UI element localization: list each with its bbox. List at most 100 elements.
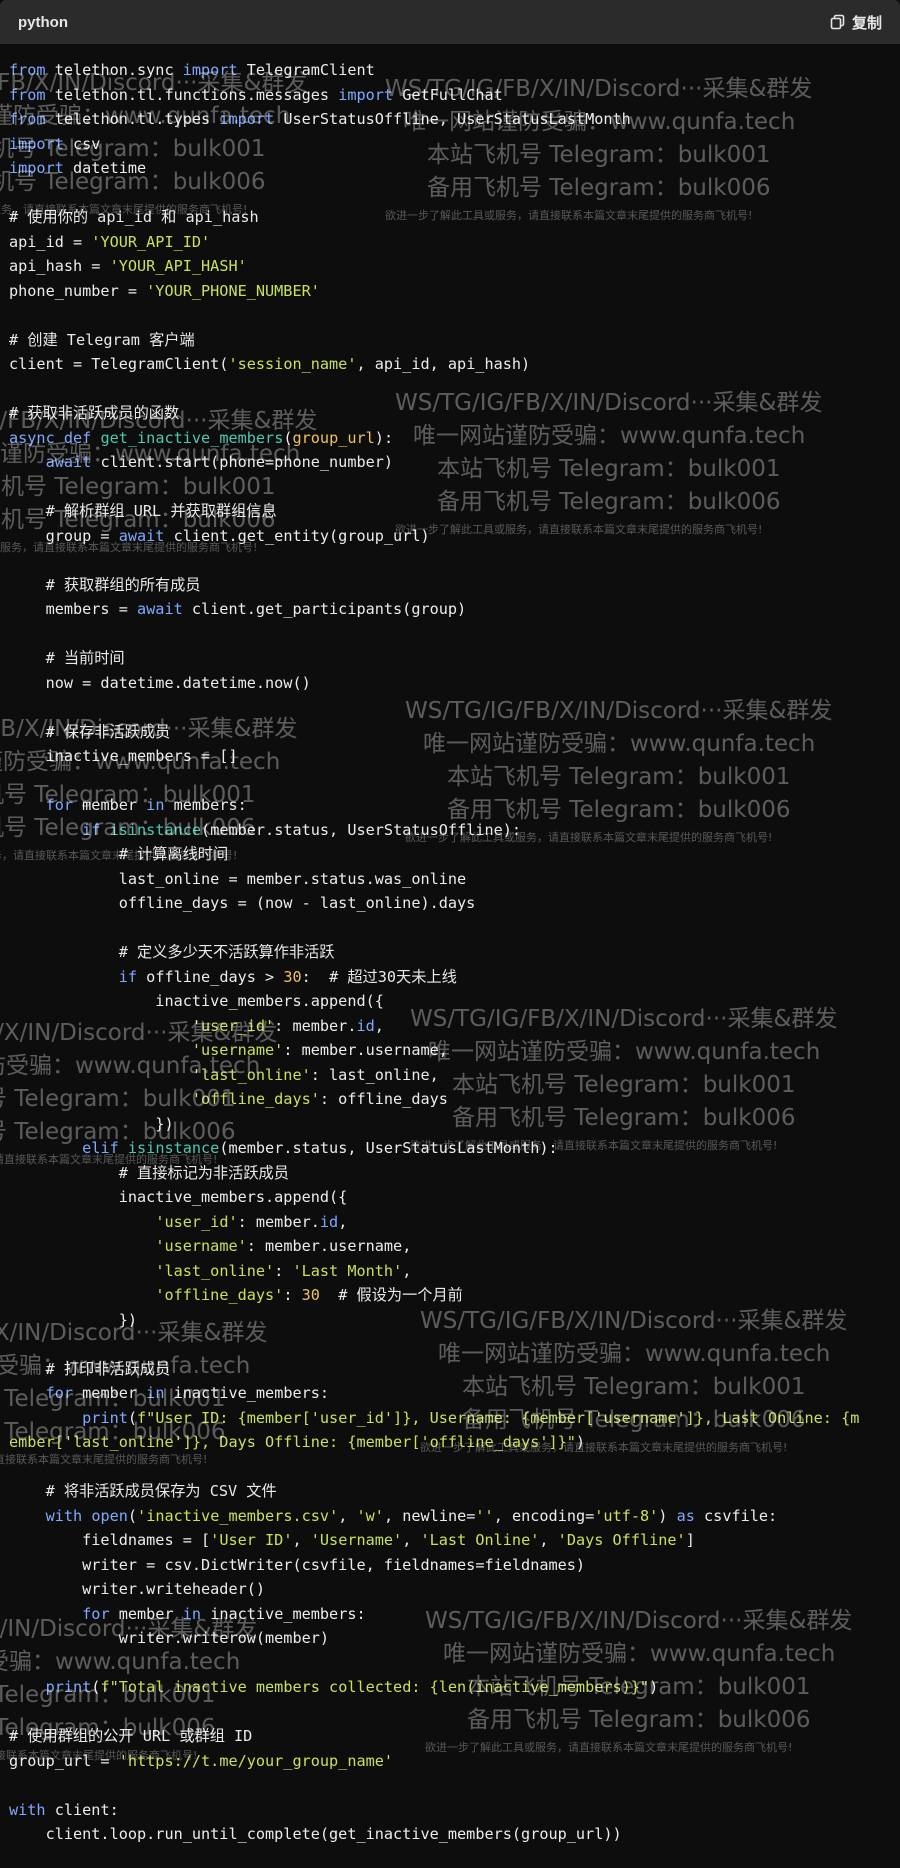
code-token: : offline_days [319, 1090, 448, 1108]
code-content[interactable]: from telethon.sync import TelegramClient… [0, 44, 900, 1847]
code-token: , [539, 1531, 558, 1549]
code-token: , [402, 1531, 421, 1549]
code-token: (member.status, UserStatusOffline): [201, 820, 522, 839]
code-token: 'user_id' [191, 1016, 275, 1035]
code-token: client = TelegramClient( [9, 355, 229, 373]
code-token: 'inactive_members.csv' [137, 1506, 339, 1525]
code-token: elif [82, 1139, 119, 1157]
code-token: , [338, 1212, 348, 1231]
code-token: : member.username, [246, 1237, 412, 1255]
code-token: get_inactive_members [100, 428, 284, 447]
code-token: , [374, 1016, 384, 1035]
code-token: : [274, 1261, 293, 1280]
code-token: 'Last Month' [292, 1261, 403, 1280]
code-token: f"Total inactive members collected: {len… [100, 1678, 650, 1696]
code-line: members = await client.get_participants(… [9, 600, 467, 618]
code-token: csvfile: [694, 1506, 778, 1525]
code-token: (member.status, UserStatusLastMonth): [219, 1139, 558, 1157]
code-line: print(f"Total inactive members collected… [9, 1678, 659, 1696]
code-token: # 假设为一个月前 [338, 1286, 463, 1304]
code-token: member [109, 1604, 183, 1623]
code-line: # 获取非活跃成员的函数 [9, 404, 179, 422]
code-line: 'username': member.username, [9, 1237, 411, 1255]
code-token: ( [127, 1506, 138, 1525]
code-token: inactive_members = [] [9, 747, 238, 765]
code-token: members: [164, 796, 247, 814]
code-token: 'Last Online' [420, 1531, 540, 1549]
code-token: import [338, 85, 394, 104]
code-token: print [45, 1678, 92, 1696]
code-token: for [45, 796, 74, 814]
code-line: 'user_id': member.id, [9, 1213, 347, 1231]
code-line: # 创建 Telegram 客户端 [9, 331, 195, 349]
code-token: # 使用你的 api_id 和 api_hash [9, 208, 259, 226]
copy-icon [830, 14, 846, 30]
code-line: print(f"User ID: {member['user_id']}, Us… [9, 1409, 859, 1427]
code-token: telethon.sync [45, 61, 183, 79]
code-line: now = datetime.datetime.now() [9, 674, 311, 692]
code-line: # 打印非活跃成员 [9, 1360, 171, 1378]
code-token: TelegramClient [237, 61, 375, 79]
code-line: last_online = member.status.was_online [9, 870, 466, 888]
code-line: client = TelegramClient('session_name', … [9, 355, 530, 373]
code-token: group = [9, 526, 119, 545]
code-token: phone_number = [9, 281, 147, 300]
code-token: inactive_members: [164, 1384, 330, 1402]
code-line: ember['last_online']}, Days Offline: {me… [9, 1433, 585, 1451]
code-line: elif isinstance(member.status, UserStatu… [9, 1139, 558, 1157]
code-token: member [73, 796, 147, 814]
code-line: writer.writerow(member) [9, 1629, 329, 1647]
code-token: client.loop.run_until_complete(get_inact… [9, 1825, 622, 1843]
code-token: 'YOUR_PHONE_NUMBER' [146, 281, 320, 300]
code-token: telethon.tl.functions.messages [45, 85, 339, 104]
copy-button[interactable]: 复制 [830, 12, 882, 33]
code-token: ] [685, 1531, 695, 1549]
code-token: 'YOUR_API_ID' [91, 232, 211, 251]
code-token: ): [374, 428, 394, 447]
code-token: last_online = member.status.was_online [9, 869, 467, 888]
code-token: 'last_online' [155, 1261, 275, 1280]
code-line: if isinstance(member.status, UserStatusO… [9, 821, 521, 839]
code-token: with [45, 1506, 83, 1525]
code-line: for member in inactive_members: [9, 1604, 365, 1623]
code-token: client: [45, 1800, 119, 1819]
code-token: 'username' [191, 1041, 284, 1059]
code-token: as [676, 1506, 695, 1525]
code-token: , api_id, api_hash) [356, 355, 531, 373]
code-line: inactive_members.append({ [9, 1188, 348, 1206]
code-line: 'username': member.username, [9, 1041, 448, 1059]
code-line: offline_days = (now - last_online).days [9, 894, 476, 912]
code-token: # 获取非活跃成员的函数 [9, 404, 180, 422]
code-line: 'user_id': member.id, [9, 1017, 384, 1035]
code-token: 'Days Offline' [557, 1531, 686, 1549]
code-line: group_url = 'https://t.me/your_group_nam… [9, 1752, 393, 1770]
code-line: # 获取群组的所有成员 [9, 576, 201, 594]
code-token: : member.username, [283, 1041, 448, 1059]
code-token: 30 [283, 967, 302, 986]
code-token: datetime [63, 159, 147, 177]
code-token: from [9, 110, 46, 128]
code-line: 'last_online': last_online, [9, 1066, 439, 1084]
code-token: # 计算离线时间 [118, 845, 229, 863]
code-line: from telethon.tl.functions.messages impo… [9, 86, 503, 104]
code-line: await client.start(phone=phone_number) [9, 453, 393, 471]
code-token: ember['last_online']}, Days Offline: {me… [9, 1433, 576, 1451]
code-line: client.loop.run_until_complete(get_inact… [9, 1825, 622, 1843]
code-token: client.get_participants(group) [182, 600, 467, 618]
